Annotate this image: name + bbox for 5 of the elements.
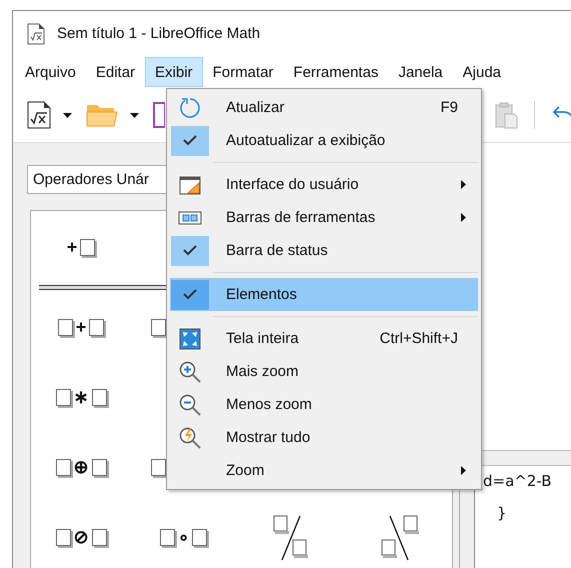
- window-title: Sem título 1 - LibreOffice Math: [57, 25, 260, 42]
- code-line: d=a^2-B: [483, 472, 552, 490]
- code-line: }: [497, 504, 507, 522]
- shortcut-label: F9: [440, 99, 458, 116]
- shortcut-label: Ctrl+Shift+J: [380, 330, 458, 347]
